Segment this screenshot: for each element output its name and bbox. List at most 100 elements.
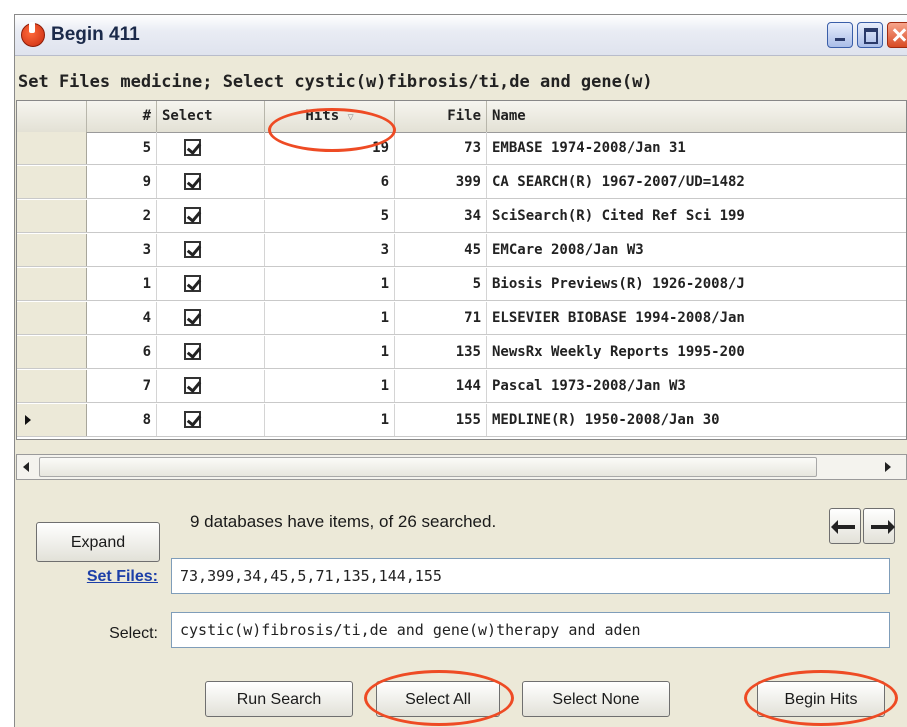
row-number-cell: 4 xyxy=(87,302,157,334)
select-label: Select: xyxy=(109,625,158,642)
column-header-select[interactable]: Select xyxy=(157,101,265,132)
select-cell[interactable] xyxy=(157,370,265,402)
hits-cell: 1 xyxy=(265,404,395,436)
grid-header: # Select Hits ▽ File Name xyxy=(17,101,906,133)
select-cell[interactable] xyxy=(157,336,265,368)
table-row[interactable]: 1 1 5 Biosis Previews(R) 1926-2008/J xyxy=(17,268,906,301)
title-bar[interactable]: Begin 411 xyxy=(15,15,907,56)
name-cell: Pascal 1973-2008/Jan W3 xyxy=(487,370,906,402)
minimize-button[interactable] xyxy=(827,22,853,48)
select-checkbox[interactable] xyxy=(184,309,201,326)
select-checkbox[interactable] xyxy=(184,173,201,190)
select-cell[interactable] xyxy=(157,166,265,198)
table-row[interactable]: 5 19 73 EMBASE 1974-2008/Jan 31 xyxy=(17,132,906,165)
file-cell: 5 xyxy=(395,268,487,300)
scroll-thumb[interactable] xyxy=(39,457,817,477)
select-cell[interactable] xyxy=(157,200,265,232)
column-header-hits[interactable]: Hits ▽ xyxy=(265,101,395,132)
table-row[interactable]: 8 1 155 MEDLINE(R) 1950-2008/Jan 30 xyxy=(17,404,906,437)
row-number-cell: 5 xyxy=(87,132,157,164)
select-cell[interactable] xyxy=(157,404,265,436)
begin-hits-button[interactable]: Begin Hits xyxy=(757,681,885,717)
row-selector[interactable] xyxy=(17,370,87,402)
select-checkbox[interactable] xyxy=(184,377,201,394)
hits-cell: 3 xyxy=(265,234,395,266)
row-selector[interactable] xyxy=(17,336,87,368)
row-number-cell: 8 xyxy=(87,404,157,436)
select-checkbox[interactable] xyxy=(184,411,201,428)
name-cell: MEDLINE(R) 1950-2008/Jan 30 xyxy=(487,404,906,436)
status-text: 9 databases have items, of 26 searched. xyxy=(190,512,497,531)
set-files-link[interactable]: Set Files: xyxy=(36,568,158,586)
select-all-button[interactable]: Select All xyxy=(376,681,500,717)
select-checkbox[interactable] xyxy=(184,275,201,292)
file-cell: 34 xyxy=(395,200,487,232)
hits-cell: 1 xyxy=(265,336,395,368)
row-number-cell: 9 xyxy=(87,166,157,198)
column-header-file[interactable]: File xyxy=(395,101,487,132)
name-cell: EMBASE 1974-2008/Jan 31 xyxy=(487,132,906,164)
scroll-right-arrow-icon[interactable] xyxy=(885,462,891,472)
sort-down-icon: ▽ xyxy=(347,112,354,123)
name-cell: NewsRx Weekly Reports 1995-200 xyxy=(487,336,906,368)
row-selector[interactable] xyxy=(17,166,87,198)
table-row[interactable]: 7 1 144 Pascal 1973-2008/Jan W3 xyxy=(17,370,906,403)
row-selector[interactable] xyxy=(17,268,87,300)
select-cell[interactable] xyxy=(157,132,265,164)
file-cell: 71 xyxy=(395,302,487,334)
select-cell[interactable] xyxy=(157,234,265,266)
column-header-name[interactable]: Name xyxy=(487,101,906,132)
file-cell: 45 xyxy=(395,234,487,266)
column-header-num[interactable]: # xyxy=(87,101,157,132)
select-cell[interactable] xyxy=(157,268,265,300)
select-checkbox[interactable] xyxy=(184,343,201,360)
table-row[interactable]: 6 1 135 NewsRx Weekly Reports 1995-200 xyxy=(17,336,906,369)
query-line: Set Files medicine; Select cystic(w)fibr… xyxy=(18,72,653,92)
hits-cell: 19 xyxy=(265,132,395,164)
row-number-cell: 3 xyxy=(87,234,157,266)
hits-cell: 5 xyxy=(265,200,395,232)
table-row[interactable]: 9 6 399 CA SEARCH(R) 1967-2007/UD=1482 xyxy=(17,166,906,199)
current-row-pointer-icon xyxy=(25,415,31,425)
hits-cell: 1 xyxy=(265,268,395,300)
set-files-field[interactable]: 73,399,34,45,5,71,135,144,155 xyxy=(171,558,890,594)
row-selector[interactable] xyxy=(17,234,87,266)
name-cell: EMCare 2008/Jan W3 xyxy=(487,234,906,266)
results-grid[interactable]: # Select Hits ▽ File Name 5 19 73 EMBASE 19… xyxy=(16,100,907,440)
scroll-left-arrow-icon[interactable] xyxy=(23,462,29,472)
row-selector[interactable] xyxy=(17,200,87,232)
name-cell: ELSEVIER BIOBASE 1994-2008/Jan xyxy=(487,302,906,334)
file-cell: 155 xyxy=(395,404,487,436)
close-button[interactable] xyxy=(887,22,907,48)
select-cell[interactable] xyxy=(157,302,265,334)
row-number-cell: 7 xyxy=(87,370,157,402)
select-none-button[interactable]: Select None xyxy=(522,681,670,717)
maximize-button[interactable] xyxy=(857,22,883,48)
select-checkbox[interactable] xyxy=(184,139,201,156)
hits-cell: 6 xyxy=(265,166,395,198)
name-cell: SciSearch(R) Cited Ref Sci 199 xyxy=(487,200,906,232)
select-checkbox[interactable] xyxy=(184,241,201,258)
row-selector-header xyxy=(17,101,87,132)
expand-button[interactable]: Expand xyxy=(36,522,160,562)
horizontal-scrollbar[interactable] xyxy=(16,454,907,480)
hits-cell: 1 xyxy=(265,302,395,334)
row-number-cell: 1 xyxy=(87,268,157,300)
name-cell: CA SEARCH(R) 1967-2007/UD=1482 xyxy=(487,166,906,198)
table-row[interactable]: 4 1 71 ELSEVIER BIOBASE 1994-2008/Jan xyxy=(17,302,906,335)
file-cell: 73 xyxy=(395,132,487,164)
select-field[interactable]: cystic(w)fibrosis/ti,de and gene(w)thera… xyxy=(171,612,890,648)
row-selector[interactable] xyxy=(17,132,87,164)
name-cell: Biosis Previews(R) 1926-2008/J xyxy=(487,268,906,300)
run-search-button[interactable]: Run Search xyxy=(205,681,353,717)
previous-button[interactable] xyxy=(829,508,861,544)
row-selector[interactable] xyxy=(17,404,87,436)
select-checkbox[interactable] xyxy=(184,207,201,224)
window-title: Begin 411 xyxy=(51,24,140,45)
arrow-left-icon xyxy=(831,520,855,534)
table-row[interactable]: 2 5 34 SciSearch(R) Cited Ref Sci 199 xyxy=(17,200,906,233)
next-button[interactable] xyxy=(863,508,895,544)
row-selector[interactable] xyxy=(17,302,87,334)
table-row[interactable]: 3 3 45 EMCare 2008/Jan W3 xyxy=(17,234,906,267)
column-header-hits-label: Hits xyxy=(305,108,340,124)
